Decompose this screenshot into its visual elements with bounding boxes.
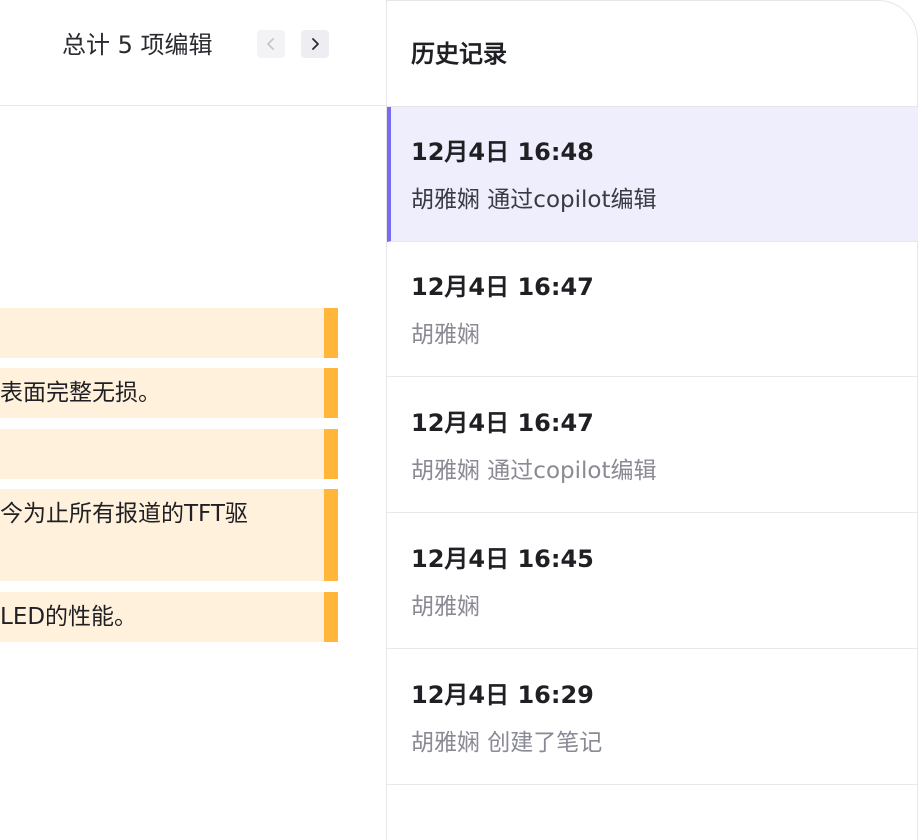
history-item[interactable]: 12月4日 16:29 胡雅娴 创建了笔记 xyxy=(387,650,918,785)
history-item[interactable]: 12月4日 16:47 胡雅娴 通过copilot编辑 xyxy=(387,378,918,513)
history-time: 12月4日 16:47 xyxy=(411,409,594,437)
diff-panel: 总计 5 项编辑 表面完整无损。 今为止所有报道的TFT驱 LED的性能。 xyxy=(0,0,386,840)
diff-line-text: 表面完整无损。 xyxy=(0,380,161,406)
history-desc: 胡雅娴 xyxy=(411,322,480,348)
history-time: 12月4日 16:29 xyxy=(411,681,594,709)
edit-count: 总计 5 项编辑 xyxy=(62,31,213,59)
diff-line xyxy=(0,429,338,479)
history-time: 12月4日 16:48 xyxy=(411,138,594,166)
diff-line-text xyxy=(0,429,324,438)
diff-line-text xyxy=(0,308,324,317)
history-item[interactable]: 12月4日 16:47 胡雅娴 xyxy=(387,242,918,377)
history-desc: 胡雅娴 通过copilot编辑 xyxy=(411,187,657,213)
diff-header: 总计 5 项编辑 xyxy=(0,0,386,106)
chevron-left-icon xyxy=(267,38,274,50)
diff-line-text: 今为止所有报道的TFT驱 xyxy=(0,501,248,527)
diff-line xyxy=(0,308,338,358)
diff-line: 表面完整无损。 xyxy=(0,368,338,418)
history-time: 12月4日 16:47 xyxy=(411,273,594,301)
prev-edit-button[interactable] xyxy=(257,30,285,58)
history-item-active[interactable]: 12月4日 16:48 胡雅娴 通过copilot编辑 xyxy=(387,107,918,242)
diff-line: 今为止所有报道的TFT驱 xyxy=(0,489,338,581)
history-item[interactable]: 12月4日 16:45 胡雅娴 xyxy=(387,514,918,649)
next-edit-button[interactable] xyxy=(301,30,329,58)
diff-line-text: LED的性能。 xyxy=(0,604,138,630)
history-desc: 胡雅娴 通过copilot编辑 xyxy=(411,458,657,484)
history-time: 12月4日 16:45 xyxy=(411,545,594,573)
history-desc: 胡雅娴 xyxy=(411,594,480,620)
diff-line: LED的性能。 xyxy=(0,592,338,642)
history-title: 历史记录 xyxy=(411,40,507,68)
history-desc: 胡雅娴 创建了笔记 xyxy=(411,730,603,756)
chevron-right-icon xyxy=(312,38,319,50)
history-panel: 历史记录 12月4日 16:48 胡雅娴 通过copilot编辑 12月4日 1… xyxy=(387,0,918,840)
